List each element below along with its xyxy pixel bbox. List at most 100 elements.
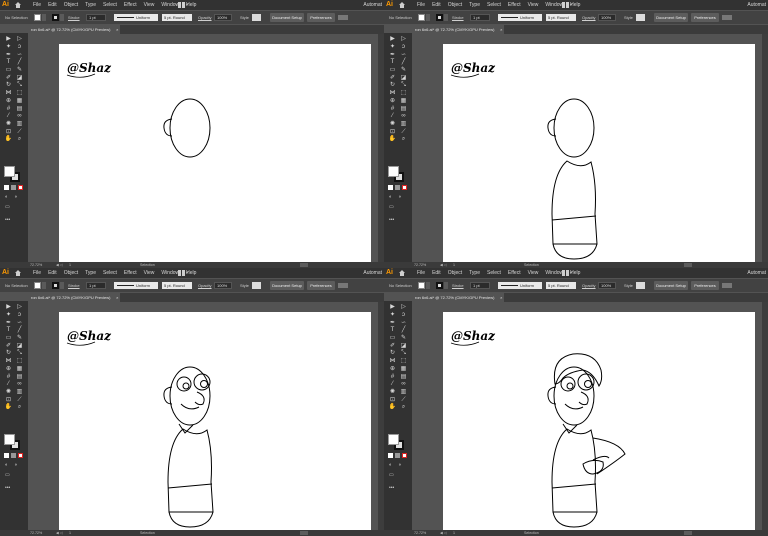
close-icon[interactable]: × [116,25,118,34]
workspace-switcher[interactable]: Automat [363,268,382,278]
stroke-label[interactable]: Stroke [68,279,80,292]
perspective-grid-tool-icon[interactable]: ▦ [398,98,409,106]
zoom-tool-icon[interactable]: ⌕ [14,136,25,144]
shape-builder-tool-icon[interactable]: ⊕ [387,98,398,106]
opacity-label[interactable]: Opacity [198,11,212,24]
scale-tool-icon[interactable]: ⤡ [14,350,25,358]
artboard[interactable]: @Shaz [443,312,755,530]
rectangle-tool-icon[interactable]: ▭ [3,335,14,343]
column-graph-tool-icon[interactable]: ▥ [14,389,25,397]
document-tab[interactable]: ron 6x6.ai* @ 72.72% (CMYK/GPU Preview) … [28,25,121,34]
type-tool-icon[interactable]: T [387,327,398,335]
workspace-switcher[interactable]: Automat [363,0,382,10]
screen-mode-icon[interactable]: ▭ [5,472,10,478]
document-setup-button[interactable]: Document Setup [654,13,688,22]
zoom-level[interactable]: 72.72% [414,530,426,536]
curvature-tool-icon[interactable]: ∽ [14,319,25,327]
arrange-icon[interactable] [722,15,732,20]
screen-mode-icon[interactable]: ▭ [389,472,394,478]
home-icon[interactable] [399,270,405,276]
draw-normal-icon[interactable]: ◐ [389,194,392,200]
gradient-tool-icon[interactable]: ▤ [14,373,25,381]
lasso-tool-icon[interactable]: ↄ [14,44,25,52]
paintbrush-tool-icon[interactable]: ✎ [14,67,25,75]
none-mode-icon[interactable] [402,453,407,458]
gradient-mode-icon[interactable] [11,453,16,458]
zoom-tool-icon[interactable]: ⌕ [398,136,409,144]
none-mode-icon[interactable] [18,185,23,190]
arrange-icon[interactable] [722,283,732,288]
brush-definition[interactable]: 5 pt. Round [546,14,576,21]
stroke-swatch[interactable] [436,282,443,289]
preferences-button[interactable]: Preferences [307,281,335,290]
fill-color-box[interactable] [388,166,399,177]
eraser-tool-icon[interactable]: ◪ [14,74,25,82]
screen-mode-icon[interactable]: ▭ [5,204,10,210]
artboard-tool-icon[interactable]: ⊡ [387,396,398,404]
artboard-number[interactable]: 1 [453,530,455,536]
menu-object[interactable]: Object [64,0,78,10]
free-transform-tool-icon[interactable]: ⬚ [398,90,409,98]
variable-width-profile[interactable]: Uniform [114,14,158,21]
horizontal-scroll-thumb[interactable] [684,531,692,535]
menu-view[interactable]: View [144,0,155,10]
workspace-switcher[interactable]: Automat [747,268,766,278]
rectangle-tool-icon[interactable]: ▭ [3,67,14,75]
rotate-tool-icon[interactable]: ↻ [387,350,398,358]
edit-toolbar-icon[interactable]: ••• [389,217,394,223]
fill-swatch[interactable] [34,14,41,21]
stroke-dropdown-icon[interactable] [60,14,64,21]
menu-type[interactable]: Type [85,268,96,278]
direct-selection-tool-icon[interactable]: ▷ [398,304,409,312]
symbol-sprayer-tool-icon[interactable]: ✺ [387,121,398,129]
menu-file[interactable]: File [417,0,425,10]
menu-view[interactable]: View [528,0,539,10]
draw-behind-icon[interactable]: ◑ [398,462,401,468]
none-mode-icon[interactable] [402,185,407,190]
stroke-dropdown-icon[interactable] [444,282,448,289]
fill-color-box[interactable] [388,434,399,445]
shape-builder-tool-icon[interactable]: ⊕ [387,366,398,374]
zoom-level[interactable]: 72.72% [30,530,42,536]
home-icon[interactable] [15,2,21,8]
curvature-tool-icon[interactable]: ∽ [14,51,25,59]
hand-tool-icon[interactable]: ✋ [3,136,14,144]
hand-tool-icon[interactable]: ✋ [3,404,14,412]
shaper-tool-icon[interactable]: ✐ [3,74,14,82]
home-icon[interactable] [15,270,21,276]
document-setup-button[interactable]: Document Setup [270,13,304,22]
eraser-tool-icon[interactable]: ◪ [398,342,409,350]
draw-normal-icon[interactable]: ◐ [5,462,8,468]
shape-builder-tool-icon[interactable]: ⊕ [3,366,14,374]
brush-definition[interactable]: 5 pt. Round [162,14,192,21]
document-tab[interactable]: ron 6x6.ai* @ 72.72% (CMYK/GPU Preview) … [412,25,505,34]
line-tool-icon[interactable]: ╱ [14,59,25,67]
mesh-tool-icon[interactable]: # [3,373,14,381]
draw-normal-icon[interactable]: ◐ [389,462,392,468]
artboard[interactable]: @Shaz [59,44,371,262]
paintbrush-tool-icon[interactable]: ✎ [398,335,409,343]
magic-wand-tool-icon[interactable]: ✦ [3,44,14,52]
lasso-tool-icon[interactable]: ↄ [398,312,409,320]
stroke-weight-field[interactable]: 1 pt [470,14,490,21]
variable-width-profile[interactable]: Uniform [114,282,158,289]
eyedropper-tool-icon[interactable]: ⁄ [387,381,398,389]
color-mode-icon[interactable] [4,185,9,190]
column-graph-tool-icon[interactable]: ▥ [398,389,409,397]
perspective-grid-tool-icon[interactable]: ▦ [398,366,409,374]
color-mode-icon[interactable] [388,185,393,190]
blend-tool-icon[interactable]: ∞ [14,113,25,121]
menu-view[interactable]: View [528,268,539,278]
draw-normal-icon[interactable]: ◐ [5,194,8,200]
magic-wand-tool-icon[interactable]: ✦ [387,44,398,52]
arrange-documents-icon[interactable] [562,270,572,276]
color-mode-icon[interactable] [4,453,9,458]
stroke-swatch[interactable] [52,282,59,289]
eraser-tool-icon[interactable]: ◪ [14,342,25,350]
graphic-style-swatch[interactable] [636,14,645,21]
shaper-tool-icon[interactable]: ✐ [3,342,14,350]
menu-window[interactable]: Window [545,0,563,10]
line-tool-icon[interactable]: ╱ [14,327,25,335]
stroke-dropdown-icon[interactable] [60,282,64,289]
canvas-area[interactable]: @Shaz [412,34,768,263]
